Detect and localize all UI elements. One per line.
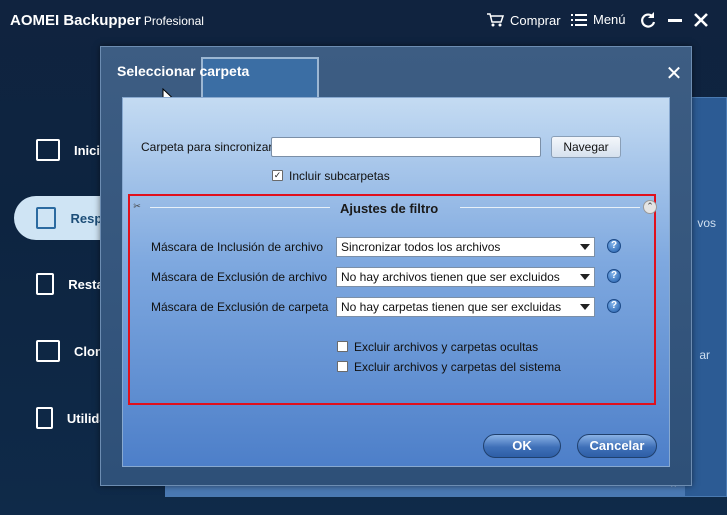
refresh-icon[interactable]	[639, 11, 657, 29]
dialog-title: Seleccionar carpeta	[117, 63, 250, 79]
partial-label-right-2: ar	[699, 348, 710, 362]
app-title: AOMEI Backupper Profesional	[10, 12, 204, 29]
browse-button[interactable]: Navegar	[551, 136, 621, 158]
minimize-icon[interactable]	[666, 11, 684, 29]
title-bar: AOMEI Backupper Profesional Comprar Menú	[0, 0, 727, 44]
collapse-icon[interactable]: ⌃	[643, 200, 657, 214]
include-mask-select[interactable]: Sincronizar todos los archivos	[336, 237, 595, 257]
list-menu-icon	[571, 13, 587, 26]
include-mask-label: Máscara de Inclusión de archivo	[151, 240, 324, 254]
clone-icon	[36, 340, 60, 362]
exclude-folder-mask-value: No hay carpetas tienen que ser excluidas	[341, 300, 562, 314]
exclude-system-label: Excluir archivos y carpetas del sistema	[354, 360, 561, 374]
tools-icon	[36, 407, 53, 429]
cart-icon	[487, 13, 504, 27]
exclude-file-mask-value: No hay archivos tienen que ser excluidos	[341, 270, 560, 284]
app-edition: Profesional	[143, 14, 204, 28]
partial-label-right-1: vos	[697, 216, 716, 230]
include-subfolders-checkbox[interactable]: ✓	[272, 170, 283, 181]
exclude-hidden-checkbox[interactable]	[337, 341, 348, 352]
close-icon[interactable]: ✕	[665, 63, 683, 83]
menu-label: Menú	[593, 12, 626, 27]
divider	[150, 207, 330, 208]
backup-icon	[36, 207, 57, 229]
help-icon[interactable]: ?	[607, 239, 621, 253]
menu-button[interactable]: Menú	[571, 12, 626, 27]
divider	[460, 207, 640, 208]
chevron-down-icon	[580, 304, 590, 310]
exclude-folder-mask-select[interactable]: No hay carpetas tienen que ser excluidas	[336, 297, 595, 317]
chevron-down-icon	[580, 244, 590, 250]
buy-label: Comprar	[510, 12, 561, 28]
folder-path-input[interactable]	[271, 137, 541, 157]
buy-button[interactable]: Comprar	[486, 12, 561, 28]
include-mask-value: Sincronizar todos los archivos	[341, 240, 501, 254]
exclude-hidden-label: Excluir archivos y carpetas ocultas	[354, 340, 539, 354]
wrench-icon: ✂	[133, 202, 141, 212]
exclude-folder-mask-label: Máscara de Exclusión de carpeta	[151, 300, 329, 314]
help-icon[interactable]: ?	[607, 299, 621, 313]
chevron-down-icon	[580, 274, 590, 280]
exclude-system-checkbox[interactable]	[337, 361, 348, 372]
help-icon[interactable]: ?	[607, 269, 621, 283]
home-monitor-icon	[36, 139, 60, 161]
cancel-button[interactable]: Cancelar	[577, 434, 657, 458]
exclude-file-mask-select[interactable]: No hay archivos tienen que ser excluidos	[336, 267, 595, 287]
include-subfolders-label: Incluir subcarpetas	[289, 169, 390, 183]
filter-title: Ajustes de filtro	[340, 201, 439, 216]
close-window-icon[interactable]	[692, 11, 710, 29]
restore-icon	[36, 273, 55, 295]
exclude-file-mask-label: Máscara de Exclusión de archivo	[151, 270, 328, 284]
app-name: AOMEI Backupper	[10, 12, 141, 29]
ok-button[interactable]: OK	[483, 434, 561, 458]
folder-label: Carpeta para sincronizar	[141, 140, 273, 154]
